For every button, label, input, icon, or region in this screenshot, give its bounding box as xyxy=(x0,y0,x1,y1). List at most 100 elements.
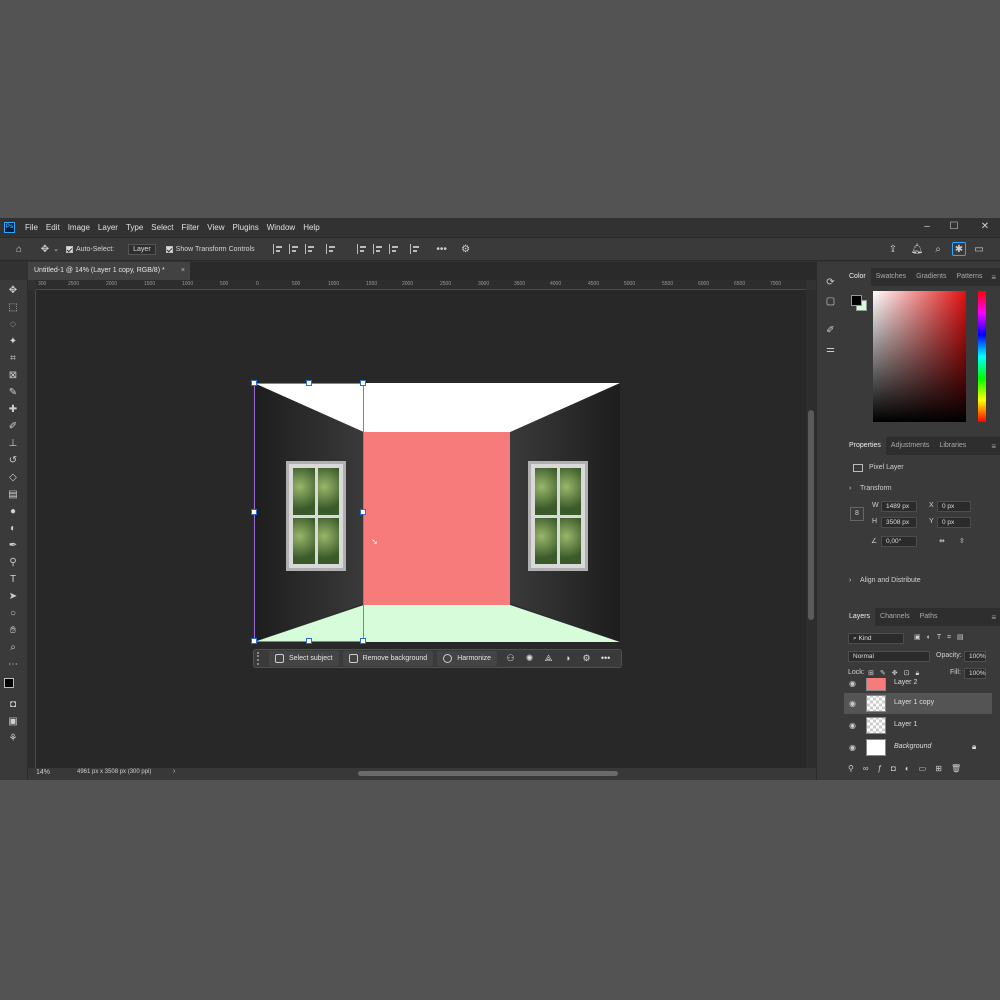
remove-background-button[interactable]: Remove background xyxy=(342,651,434,666)
status-arrow-icon[interactable]: › xyxy=(173,768,175,775)
lock-icons[interactable]: ⊞✎✥⊡🔒︎ xyxy=(868,669,925,678)
healing-brush-icon[interactable]: ✚ xyxy=(6,403,20,417)
panel-menu-icon[interactable]: ≡ xyxy=(991,613,996,622)
transform-chevron-icon[interactable]: › xyxy=(849,485,851,492)
menu-plugins[interactable]: Plugins xyxy=(229,223,263,232)
height-field[interactable]: 3508 px xyxy=(881,517,917,528)
align-right-icon[interactable] xyxy=(304,244,315,254)
chevron-down-icon[interactable]: ⌄ xyxy=(52,242,60,256)
more-options-button[interactable]: ••• xyxy=(435,242,449,256)
align-center-icon[interactable] xyxy=(288,244,299,254)
transform-handle[interactable] xyxy=(251,509,257,515)
home-icon[interactable]: ⌂ xyxy=(12,242,26,256)
scroll-thumb[interactable] xyxy=(808,410,814,620)
eye-icon[interactable]: ◉ xyxy=(849,743,856,752)
link-icon[interactable]: 8 xyxy=(850,507,864,521)
gradient-tool-icon[interactable]: ▤ xyxy=(6,488,20,502)
transform-handle[interactable] xyxy=(306,380,312,386)
comments-icon[interactable]: ▢ xyxy=(824,295,837,308)
tab-channels[interactable]: Channels xyxy=(875,608,915,626)
transform-handle[interactable] xyxy=(306,638,312,644)
select-subject-button[interactable]: Select subject xyxy=(269,651,339,666)
tab-layers[interactable]: Layers xyxy=(844,608,876,626)
drag-handle-icon[interactable] xyxy=(257,652,263,665)
menu-view[interactable]: View xyxy=(203,223,228,232)
generative-icon[interactable]: ⚙ xyxy=(581,653,592,664)
transform-handle[interactable] xyxy=(360,509,366,515)
tab-adjustments[interactable]: Adjustments xyxy=(886,437,935,455)
menu-image[interactable]: Image xyxy=(64,223,94,232)
hue-slider[interactable] xyxy=(978,291,986,422)
hand-tool-icon[interactable]: ✋︎ xyxy=(6,624,20,638)
menu-window[interactable]: Window xyxy=(263,223,299,232)
crop-tool-icon[interactable]: ⌗ xyxy=(6,352,20,366)
gear-icon[interactable]: ⚙ xyxy=(459,242,473,256)
layer-actions-bar[interactable]: ⚲∞ƒ◘◐▭⊞🗑︎ xyxy=(848,764,970,773)
menu-layer[interactable]: Layer xyxy=(94,223,122,232)
clone-stamp-icon[interactable]: ⊥ xyxy=(6,437,20,451)
layer-filter-kind[interactable]: ⌕ Kind xyxy=(848,633,904,644)
distribute-vertical-icon[interactable] xyxy=(409,244,420,254)
layer-row[interactable]: ◉ Layer 1 copy xyxy=(844,693,992,714)
menu-help[interactable]: Help xyxy=(299,223,323,232)
eraser-icon[interactable]: ◇ xyxy=(6,471,20,485)
move-tool-icon[interactable]: ✥ xyxy=(6,284,20,298)
magic-wand-icon[interactable]: ✦ xyxy=(6,335,20,349)
zoom-level[interactable]: 14% xyxy=(36,769,50,776)
tab-libraries[interactable]: Libraries xyxy=(934,437,971,455)
transform-icon[interactable]: ⟁ xyxy=(543,653,554,664)
transform-bounding-box[interactable] xyxy=(251,380,366,644)
blur-tool-icon[interactable]: ● xyxy=(6,505,20,519)
eye-icon[interactable]: ◉ xyxy=(849,721,856,730)
eye-icon[interactable]: ◉ xyxy=(849,679,856,688)
dodge-tool-icon[interactable]: ◐ xyxy=(6,522,20,536)
workspace-icon[interactable]: ▭ xyxy=(972,242,986,256)
auto-select-dropdown[interactable]: Layer xyxy=(128,243,156,255)
layer-row[interactable]: ◉ Background 🔒︎ xyxy=(844,737,992,758)
pen-variant-icon[interactable]: ⚲ xyxy=(6,556,20,570)
tab-gradients[interactable]: Gradients xyxy=(911,268,951,286)
close-tab-icon[interactable]: × xyxy=(181,262,185,280)
tab-color[interactable]: Color xyxy=(844,268,871,286)
more-tools-icon[interactable]: ⋯ xyxy=(6,658,20,672)
menu-type[interactable]: Type xyxy=(122,223,147,232)
distribute-icon[interactable] xyxy=(325,244,336,254)
transform-handle[interactable] xyxy=(360,638,366,644)
color-picker-field[interactable] xyxy=(873,291,966,422)
align-bottom-icon[interactable] xyxy=(388,244,399,254)
lasso-tool-icon[interactable]: ◌ xyxy=(6,318,20,332)
screen-mode-icon[interactable]: ▣ xyxy=(6,715,20,729)
horizontal-scroll-thumb[interactable] xyxy=(358,771,618,776)
history-icon[interactable]: ⟳ xyxy=(824,276,837,289)
adjustment-icon[interactable]: ◑ xyxy=(562,653,573,664)
menu-file[interactable]: File xyxy=(21,223,42,232)
transform-handle[interactable] xyxy=(251,380,257,386)
more-options-button[interactable]: ••• xyxy=(600,653,611,664)
brush-tool-icon[interactable]: ✐ xyxy=(6,420,20,434)
document-tab[interactable]: Untitled-1 @ 14% (Layer 1 copy, RGB/8) *… xyxy=(28,262,190,280)
eye-icon[interactable]: ◉ xyxy=(849,699,856,708)
foreground-swatch[interactable] xyxy=(851,295,862,306)
tab-paths[interactable]: Paths xyxy=(915,608,943,626)
harmonize-button[interactable]: Harmonize xyxy=(437,651,498,666)
x-field[interactable]: 0 px xyxy=(937,501,971,512)
mask-icon[interactable]: ⚇ xyxy=(505,653,516,664)
frame-tool-icon[interactable]: ⊠ xyxy=(6,369,20,383)
blend-mode-dropdown[interactable]: Normal xyxy=(848,651,930,662)
pen-tool-icon[interactable]: ✒ xyxy=(6,539,20,553)
eyedropper-icon[interactable]: ✎ xyxy=(6,386,20,400)
menu-edit[interactable]: Edit xyxy=(42,223,64,232)
extras-icon[interactable]: ⚘ xyxy=(6,732,20,746)
foreground-color-swatch[interactable] xyxy=(4,678,14,688)
minimize-button[interactable]: – xyxy=(920,220,934,234)
align-top-icon[interactable] xyxy=(356,244,367,254)
lightbulb-icon[interactable]: ✱ xyxy=(952,242,966,256)
marquee-tool-icon[interactable]: ⬚ xyxy=(6,301,20,315)
maximize-button[interactable]: ☐ xyxy=(947,220,961,234)
ellipse-tool-icon[interactable]: ○ xyxy=(6,607,20,621)
vertical-scrollbar[interactable] xyxy=(806,290,816,770)
path-select-icon[interactable]: ➤ xyxy=(6,590,20,604)
transform-handle[interactable] xyxy=(360,380,366,386)
move-tool-icon[interactable]: ✥ xyxy=(38,242,52,256)
width-field[interactable]: 1489 px xyxy=(881,501,917,512)
